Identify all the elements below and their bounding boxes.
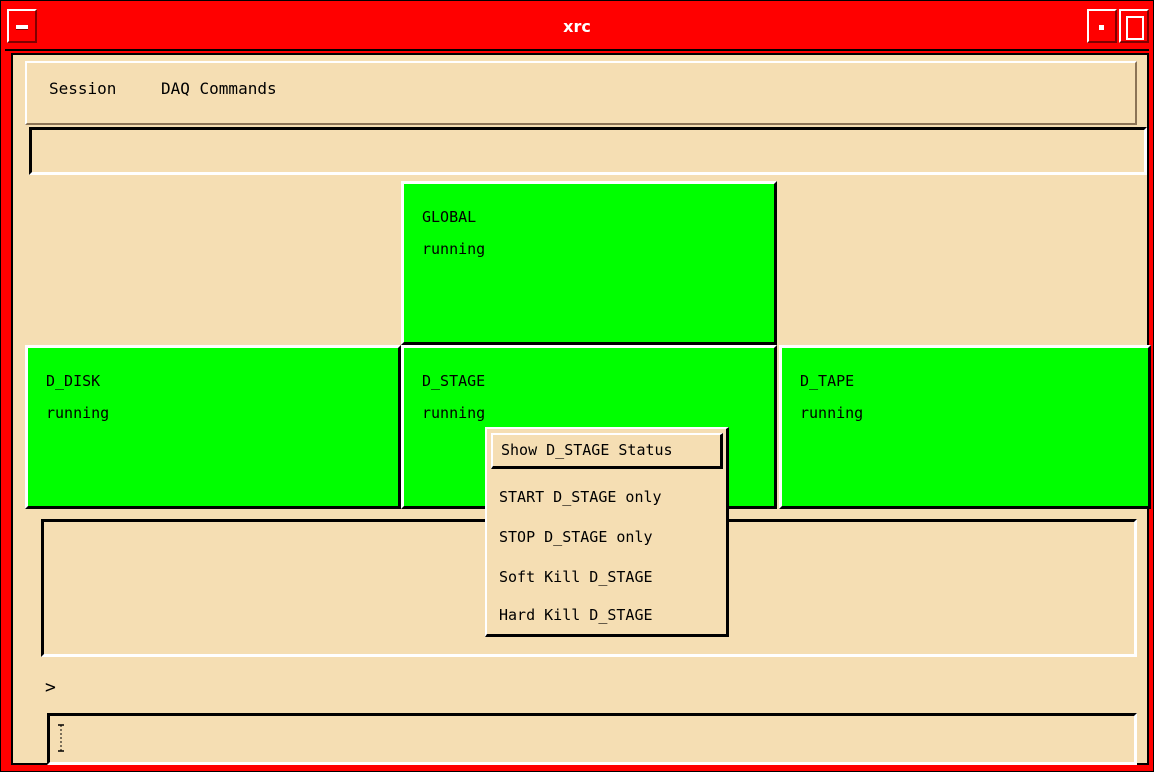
menu-bar: Session DAQ Commands [25, 61, 1137, 125]
node-d-disk-name: D_DISK [46, 372, 101, 390]
xrc-window: xrc Session DAQ Commands GLOBAL running … [0, 0, 1154, 772]
window-title: xrc [563, 17, 591, 36]
command-input[interactable] [47, 713, 1137, 765]
menu-item-start-only[interactable]: START D_STAGE only [491, 479, 723, 515]
node-d-disk-state: running [46, 404, 110, 422]
menu-item-soft-kill[interactable]: Soft Kill D_STAGE [491, 559, 723, 595]
node-d-tape[interactable]: D_TAPE running [779, 345, 1151, 509]
menu-daq-commands[interactable]: DAQ Commands [161, 79, 277, 98]
menu-session[interactable]: Session [49, 79, 116, 98]
menu-item-show-status[interactable]: Show D_STAGE Status [491, 433, 723, 469]
menu-item-hard-kill[interactable]: Hard Kill D_STAGE [491, 597, 723, 633]
node-d-tape-name: D_TAPE [800, 372, 855, 390]
status-line [29, 127, 1147, 175]
node-global-name: GLOBAL [422, 208, 477, 226]
title-bar[interactable]: xrc [5, 5, 1149, 51]
node-d-stage-state: running [422, 404, 486, 422]
node-d-stage-name: D_STAGE [422, 372, 486, 390]
node-global-state: running [422, 240, 486, 258]
client-area: Session DAQ Commands GLOBAL running D_DI… [11, 53, 1151, 765]
command-prompt: > [45, 677, 56, 698]
node-d-disk[interactable]: D_DISK running [25, 345, 401, 509]
node-context-menu: Show D_STAGE Status START D_STAGE only S… [485, 427, 729, 637]
maximize-button[interactable] [1119, 9, 1149, 43]
node-global[interactable]: GLOBAL running [401, 181, 777, 345]
minimize-button[interactable] [1087, 9, 1117, 43]
menu-item-stop-only[interactable]: STOP D_STAGE only [491, 519, 723, 555]
node-d-tape-state: running [800, 404, 864, 422]
text-cursor-icon [58, 724, 64, 752]
